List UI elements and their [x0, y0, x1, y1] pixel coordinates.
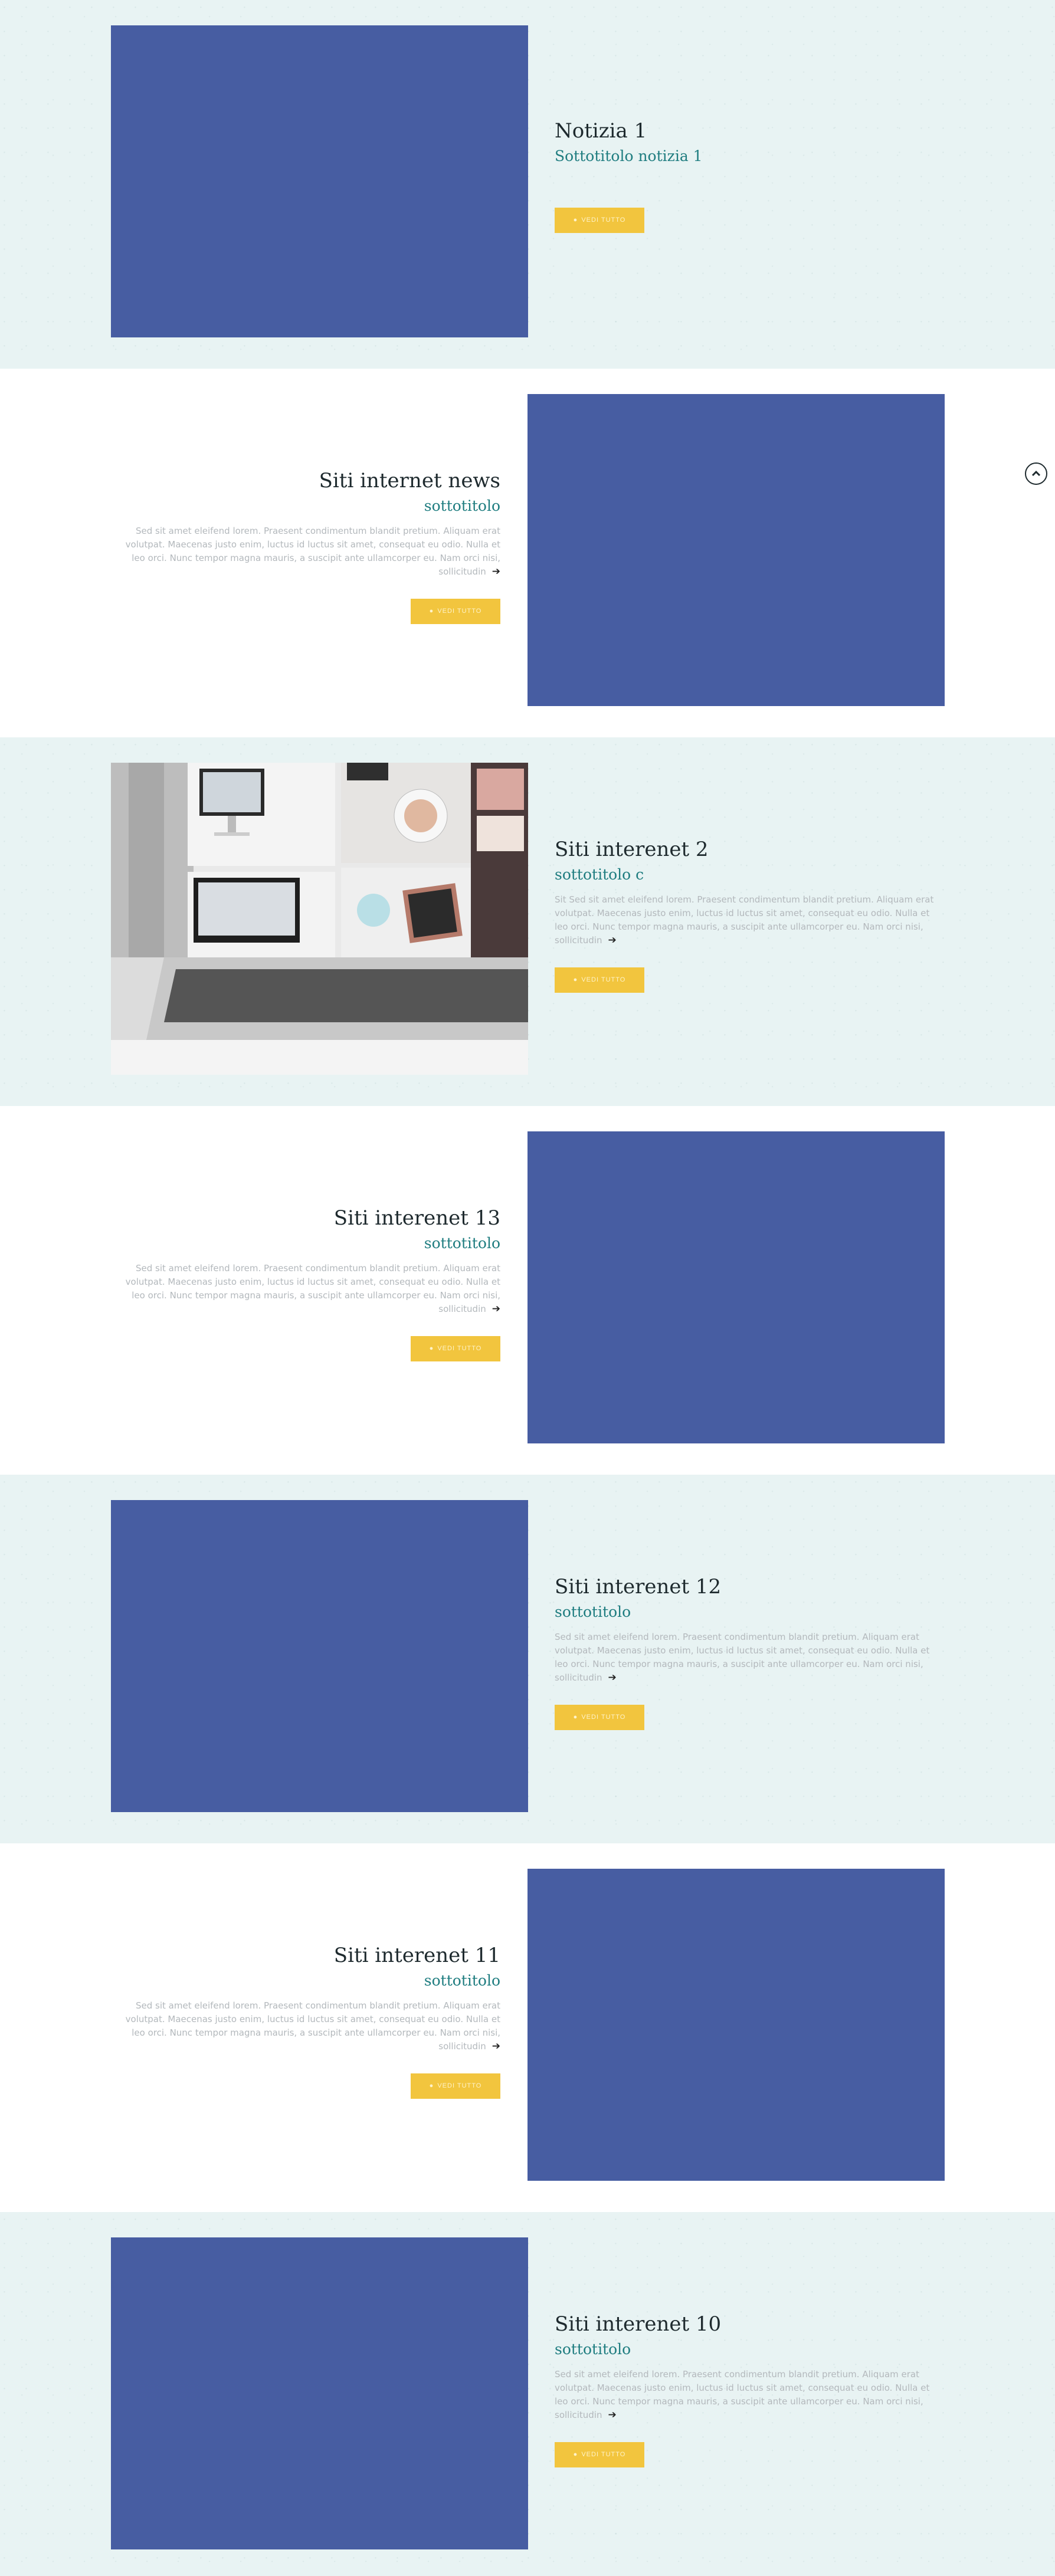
article-subtitle: sottotitolo [555, 2341, 631, 2358]
article-section: Siti interenet 10 sottotitolo Sed sit am… [0, 2212, 1055, 2576]
article-subtitle: sottotitolo [424, 497, 500, 514]
article-image[interactable] [111, 2237, 528, 2549]
article-image[interactable] [111, 25, 528, 337]
scroll-top-button[interactable] [1025, 462, 1047, 485]
article-subtitle: sottotitolo [424, 1972, 500, 1989]
article-subtitle: Sottotitolo notizia 1 [555, 147, 703, 165]
article-excerpt: Sed sit amet eleifend lorem. Praesent co… [125, 526, 500, 577]
article-text: Siti interenet 10 sottotitolo Sed sit am… [555, 2311, 944, 2467]
view-all-button[interactable]: ● VEDI TUTTO [411, 2073, 500, 2099]
article-excerpt: Sit Sed sit amet eleifend lorem. Praesen… [555, 894, 934, 946]
view-all-button[interactable]: ● VEDI TUTTO [555, 1705, 644, 1730]
eye-icon: ● [573, 2451, 578, 2458]
article-subtitle: sottotitolo c [555, 866, 644, 883]
view-all-button[interactable]: ● VEDI TUTTO [555, 208, 644, 233]
article-title: Siti interenet 10 [555, 2312, 722, 2336]
eye-icon: ● [429, 2082, 434, 2089]
article-excerpt: Sed sit amet eleifend lorem. Praesent co… [555, 1632, 930, 1684]
eye-icon: ● [573, 976, 578, 983]
article-text: Siti internet news sottotitolo Sed sit a… [111, 468, 500, 624]
article-image[interactable] [528, 1131, 945, 1443]
article-subtitle: sottotitolo [424, 1235, 500, 1252]
article-title: Siti interenet 2 [555, 838, 709, 861]
eye-icon: ● [429, 608, 434, 615]
article-section: Siti interenet 2 sottotitolo c Sit Sed s… [0, 737, 1055, 1106]
chevron-up-icon [1031, 470, 1041, 477]
article-section: Siti interenet 12 sottotitolo Sed sit am… [0, 1475, 1055, 1843]
article-image[interactable] [528, 394, 945, 706]
view-all-button[interactable]: ● VEDI TUTTO [411, 1336, 500, 1361]
article-text: Notizia 1 Sottotitolo notizia 1 ● VEDI TU… [555, 118, 944, 233]
laptop-collage-photo [111, 763, 528, 1075]
article-section: Notizia 1 Sottotitolo notizia 1 ● VEDI TU… [0, 0, 1055, 369]
arrow-right-icon[interactable]: ➔ [492, 566, 500, 577]
view-all-button[interactable]: ● VEDI TUTTO [411, 599, 500, 624]
article-text: Siti interenet 12 sottotitolo Sed sit am… [555, 1574, 944, 1730]
article-image[interactable] [528, 1869, 945, 2181]
arrow-right-icon[interactable]: ➔ [608, 934, 617, 946]
eye-icon: ● [573, 216, 578, 224]
article-title: Siti interenet 13 [333, 1206, 500, 1230]
eye-icon: ● [429, 1345, 434, 1352]
article-text: Siti interenet 13 sottotitolo Sed sit am… [111, 1205, 500, 1361]
arrow-right-icon[interactable]: ➔ [608, 2409, 617, 2421]
article-section: Siti interenet 13 sottotitolo Sed sit am… [0, 1106, 1055, 1475]
article-title: Notizia 1 [555, 119, 647, 143]
article-excerpt: Sed sit amet eleifend lorem. Praesent co… [555, 2369, 930, 2421]
arrow-right-icon[interactable]: ➔ [492, 1303, 500, 1315]
article-section: Siti internet news sottotitolo Sed sit a… [0, 369, 1055, 737]
article-text: Siti interenet 2 sottotitolo c Sit Sed s… [555, 836, 944, 993]
article-section: Siti interenet 11 sottotitolo Sed sit am… [0, 1843, 1055, 2212]
article-text: Siti interenet 11 sottotitolo Sed sit am… [111, 1942, 500, 2099]
arrow-right-icon[interactable]: ➔ [492, 2040, 500, 2052]
article-excerpt: Sed sit amet eleifend lorem. Praesent co… [125, 1263, 500, 1315]
view-all-button[interactable]: ● VEDI TUTTO [555, 2442, 644, 2467]
article-image[interactable] [111, 763, 528, 1075]
view-all-button[interactable]: ● VEDI TUTTO [555, 967, 644, 993]
article-subtitle: sottotitolo [555, 1603, 631, 1620]
article-image[interactable] [111, 1500, 528, 1812]
article-title: Siti interenet 12 [555, 1575, 722, 1599]
article-excerpt: Sed sit amet eleifend lorem. Praesent co… [125, 2000, 500, 2052]
eye-icon: ● [573, 1714, 578, 1721]
arrow-right-icon[interactable]: ➔ [608, 1672, 617, 1684]
article-title: Siti interenet 11 [333, 1944, 500, 1967]
article-title: Siti internet news [319, 469, 500, 493]
